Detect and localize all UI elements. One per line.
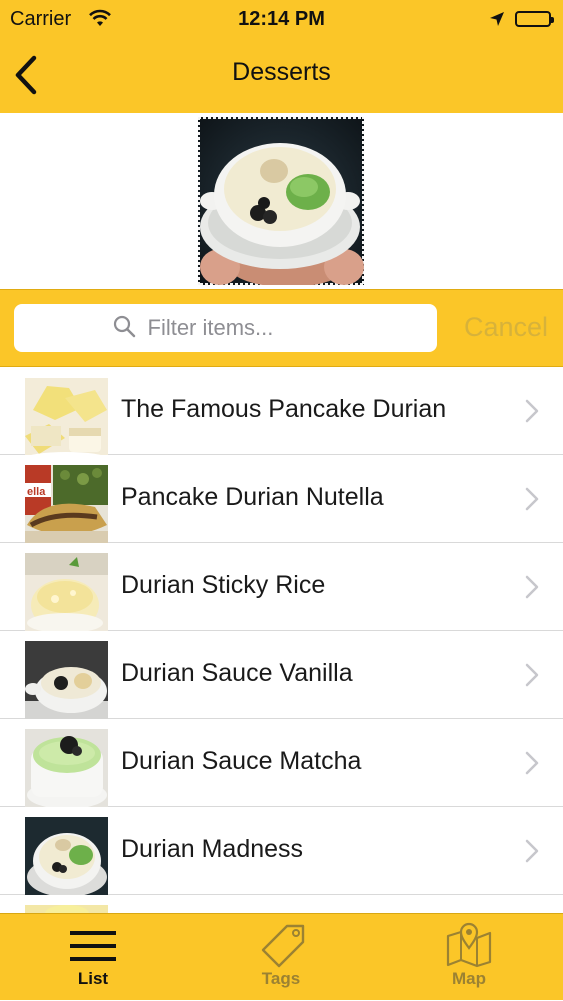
list-item[interactable] bbox=[0, 895, 563, 913]
tab-label: List bbox=[77, 969, 109, 988]
item-label: Durian Sauce Vanilla bbox=[121, 659, 353, 687]
search-icon bbox=[112, 314, 136, 343]
svg-text:ella: ella bbox=[27, 486, 46, 498]
chevron-right-icon bbox=[525, 575, 539, 604]
item-thumbnail bbox=[25, 817, 108, 900]
tab-bar: List Tags Map bbox=[0, 913, 563, 1000]
item-thumbnail bbox=[25, 905, 108, 913]
clock-label: 12:14 PM bbox=[238, 8, 325, 30]
chevron-right-icon bbox=[525, 399, 539, 428]
map-icon bbox=[399, 920, 539, 968]
item-thumbnail: ella bbox=[25, 465, 108, 548]
chevron-right-icon bbox=[525, 751, 539, 780]
list-item[interactable]: Durian Madness bbox=[0, 807, 563, 900]
item-label: Durian Madness bbox=[121, 835, 304, 863]
tag-icon bbox=[211, 920, 351, 968]
battery-icon bbox=[515, 11, 554, 27]
list-item[interactable]: Durian Sauce Vanilla bbox=[0, 631, 563, 724]
list-item[interactable]: ella Pancake Durian Nutella bbox=[0, 455, 563, 548]
list-item[interactable]: Durian Sticky Rice bbox=[0, 543, 563, 636]
item-label: Durian Sauce Matcha bbox=[121, 747, 362, 775]
tab-tags[interactable]: Tags bbox=[211, 914, 351, 1001]
page-title: Desserts bbox=[232, 58, 331, 86]
chevron-right-icon bbox=[525, 663, 539, 692]
item-label: Pancake Durian Nutella bbox=[121, 483, 384, 511]
status-bar: Carrier 12:14 PM bbox=[0, 0, 563, 38]
hamburger-icon bbox=[23, 920, 163, 968]
tab-map[interactable]: Map bbox=[399, 914, 539, 1001]
item-label: Durian Sticky Rice bbox=[121, 571, 326, 599]
cancel-button[interactable]: Cancel bbox=[464, 312, 548, 343]
list-item[interactable]: The Famous Pancake Durian bbox=[0, 367, 563, 461]
category-image bbox=[196, 115, 366, 287]
search-bar: Cancel bbox=[0, 289, 563, 367]
tab-list[interactable]: List bbox=[23, 914, 163, 1001]
chevron-right-icon bbox=[525, 487, 539, 516]
location-arrow-icon bbox=[489, 10, 505, 33]
item-list: The Famous Pancake Durian ella Pancake D… bbox=[0, 367, 563, 913]
search-input[interactable] bbox=[145, 314, 340, 342]
search-field[interactable] bbox=[14, 304, 437, 352]
tab-label: Tags bbox=[261, 969, 301, 988]
list-item[interactable]: Durian Sauce Matcha bbox=[0, 719, 563, 812]
navigation-bar: Carrier 12:14 PM Desserts bbox=[0, 0, 563, 113]
item-thumbnail bbox=[25, 553, 108, 636]
chevron-right-icon bbox=[525, 839, 539, 868]
item-thumbnail bbox=[25, 641, 108, 724]
item-thumbnail bbox=[25, 378, 108, 461]
tab-label: Map bbox=[452, 969, 486, 988]
item-thumbnail bbox=[25, 729, 108, 812]
item-label: The Famous Pancake Durian bbox=[121, 395, 447, 423]
category-header bbox=[0, 113, 563, 289]
